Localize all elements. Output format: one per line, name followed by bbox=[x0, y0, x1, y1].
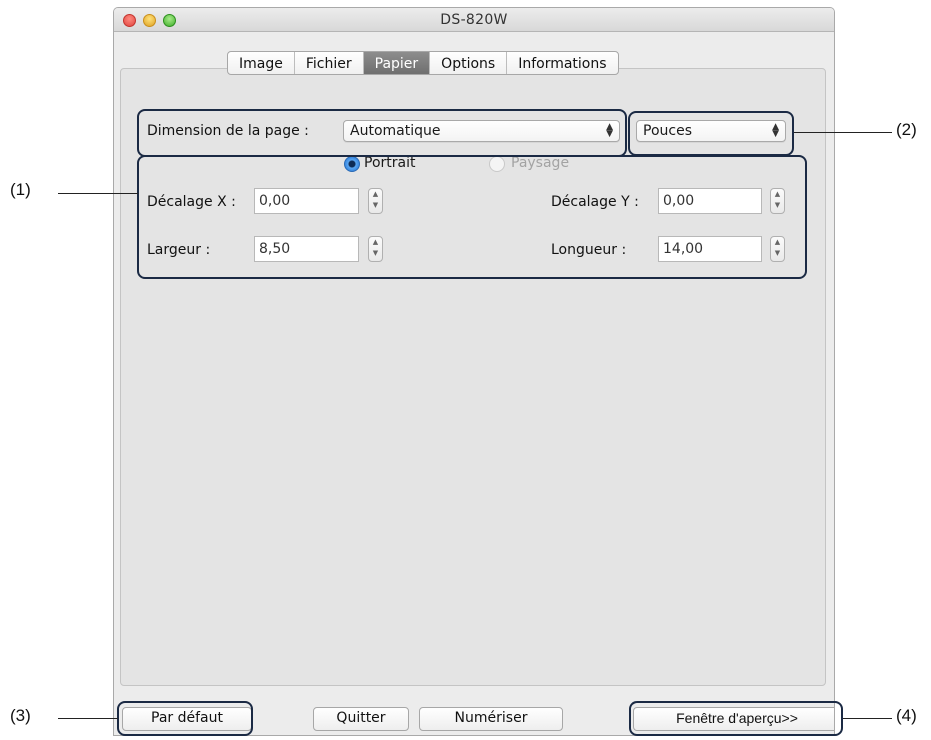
callout-number-1: (1) bbox=[10, 180, 31, 199]
callout-leader-1 bbox=[58, 193, 138, 194]
tab-options[interactable]: Options bbox=[430, 52, 508, 74]
window-title: DS-820W bbox=[440, 12, 508, 28]
callout-number-2: (2) bbox=[896, 120, 917, 139]
callout-number-3: (3) bbox=[10, 706, 31, 725]
callout-box-4 bbox=[629, 701, 843, 736]
quit-button[interactable]: Quitter bbox=[313, 707, 409, 731]
callout-leader-3 bbox=[58, 718, 118, 719]
callout-leader-4 bbox=[843, 718, 892, 719]
scan-button[interactable]: Numériser bbox=[419, 707, 563, 731]
tab-fichier[interactable]: Fichier bbox=[295, 52, 364, 74]
callout-box-1-bottom bbox=[137, 155, 807, 279]
callout-box-3 bbox=[117, 701, 253, 736]
callout-box-1-top bbox=[137, 109, 627, 157]
tab-image[interactable]: Image bbox=[228, 52, 295, 74]
callout-box-2 bbox=[628, 111, 794, 156]
tab-bar: Image Fichier Papier Options Information… bbox=[227, 51, 619, 75]
callout-number-4: (4) bbox=[896, 706, 917, 725]
tab-informations[interactable]: Informations bbox=[507, 52, 617, 74]
callout-leader-2 bbox=[794, 132, 892, 133]
tab-papier[interactable]: Papier bbox=[363, 52, 431, 74]
title-bar: DS-820W bbox=[114, 8, 834, 32]
